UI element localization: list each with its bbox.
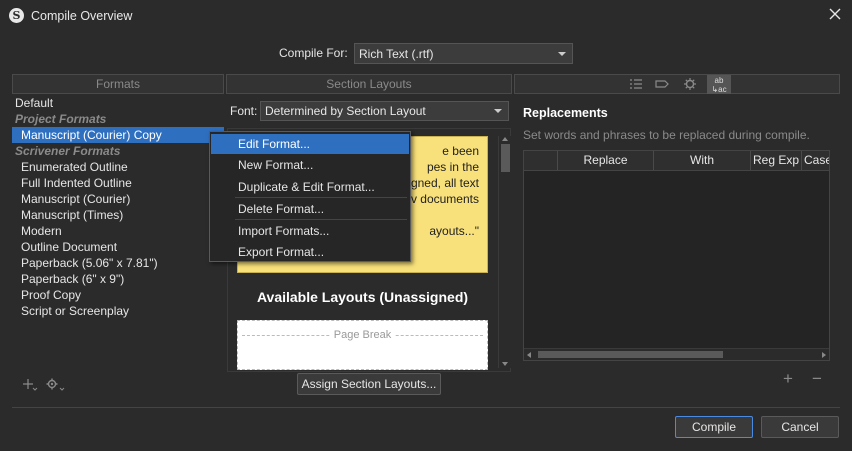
format-list-item[interactable]: Script or Screenplay <box>12 303 224 319</box>
gear-icon[interactable] <box>683 77 697 91</box>
assign-section-layouts-button[interactable]: Assign Section Layouts... <box>297 373 441 395</box>
format-list-item[interactable]: Proof Copy <box>12 287 224 303</box>
menu-item-delete-format[interactable]: Delete Format... <box>211 199 409 219</box>
list-icon[interactable] <box>629 78 643 90</box>
cancel-button[interactable]: Cancel <box>761 416 839 438</box>
gear-icon[interactable] <box>45 378 67 395</box>
menu-item-import-formats[interactable]: Import Formats... <box>211 221 409 241</box>
page-break-label-wrap: Page Break <box>238 329 487 341</box>
format-group-label: Project Formats <box>15 112 107 126</box>
format-list-item[interactable]: Default <box>12 95 224 111</box>
format-list-item[interactable]: Modern <box>12 223 224 239</box>
scroll-up-icon[interactable] <box>502 137 508 141</box>
page-break-layout[interactable]: Page Break <box>237 320 488 370</box>
replacements-description: Set words and phrases to be replaced dur… <box>523 128 810 142</box>
menu-separator <box>235 197 407 198</box>
scroll-left-icon[interactable] <box>527 352 531 358</box>
page-break-label: Page Break <box>329 329 396 341</box>
compile-for-select[interactable]: Rich Text (.rtf) <box>354 43 573 64</box>
add-format-icon[interactable] <box>22 378 38 395</box>
format-list-item[interactable]: Paperback (6" x 9") <box>12 271 224 287</box>
footer-divider <box>12 407 840 408</box>
replacements-tab-icon[interactable]: ab ↳ac <box>707 75 731 94</box>
menu-item-duplicate-edit-format[interactable]: Duplicate & Edit Format... <box>211 177 409 197</box>
options-header: ab ↳ac <box>514 74 840 94</box>
format-list-item[interactable]: Manuscript (Courier) <box>12 191 224 207</box>
format-list-item[interactable]: Outline Document <box>12 239 224 255</box>
format-list-item[interactable]: Manuscript (Times) <box>12 207 224 223</box>
col-blank <box>524 151 558 170</box>
replacements-table[interactable]: Replace With Reg Exp Case <box>523 150 830 361</box>
menu-separator <box>235 219 407 220</box>
menu-item-new-format[interactable]: New Format... <box>211 155 409 175</box>
format-context-menu: Edit Format... New Format... Duplicate & E… <box>209 131 411 262</box>
chevron-down-icon <box>494 109 502 113</box>
col-case[interactable]: Case <box>802 151 829 170</box>
menu-item-export-format[interactable]: Export Format... <box>211 242 409 262</box>
format-list-item[interactable]: Full Indented Outline <box>12 175 224 191</box>
replacements-table-header: Replace With Reg Exp Case <box>524 151 829 171</box>
font-select[interactable]: Determined by Section Layout <box>260 101 509 121</box>
replacements-hscroll[interactable] <box>524 348 829 360</box>
layouts-vscroll[interactable] <box>498 136 511 368</box>
tag-icon[interactable] <box>655 78 669 90</box>
col-with[interactable]: With <box>654 151 751 170</box>
title-bar: S Compile Overview <box>0 0 852 31</box>
scroll-down-icon[interactable] <box>502 362 508 366</box>
compile-button[interactable]: Compile <box>675 416 753 438</box>
close-icon[interactable] <box>827 6 843 22</box>
formats-header: Formats <box>12 74 224 94</box>
window-title: Compile Overview <box>31 9 133 23</box>
compile-for-label: Compile For: <box>279 46 348 60</box>
col-reg-exp[interactable]: Reg Exp <box>751 151 802 170</box>
format-group-label: Scrivener Formats <box>15 144 121 158</box>
scroll-right-icon[interactable] <box>822 352 826 358</box>
format-list-item[interactable]: Enumerated Outline <box>12 159 224 175</box>
menu-item-edit-format[interactable]: Edit Format... <box>211 134 409 154</box>
scroll-thumb[interactable] <box>501 144 510 172</box>
chevron-down-icon <box>558 51 566 56</box>
add-replacement-icon[interactable]: + <box>783 370 793 387</box>
section-layouts-header: Section Layouts <box>226 74 512 94</box>
scrivener-app-icon: S <box>9 8 24 23</box>
format-list-item[interactable]: Paperback (5.06" x 7.81") <box>12 255 224 271</box>
replacements-title: Replacements <box>523 106 608 120</box>
hscroll-thumb[interactable] <box>538 351 723 358</box>
font-select-value: Determined by Section Layout <box>265 104 426 118</box>
remove-replacement-icon[interactable]: − <box>812 370 822 387</box>
compile-for-value: Rich Text (.rtf) <box>359 46 434 61</box>
font-label: Font: <box>230 104 258 118</box>
col-replace[interactable]: Replace <box>558 151 654 170</box>
format-list-item[interactable]: Manuscript (Courier) Copy <box>12 127 224 143</box>
available-layouts-title: Available Layouts (Unassigned) <box>256 289 469 305</box>
formats-list[interactable]: Default Project Formats Manuscript (Courie… <box>12 95 224 319</box>
